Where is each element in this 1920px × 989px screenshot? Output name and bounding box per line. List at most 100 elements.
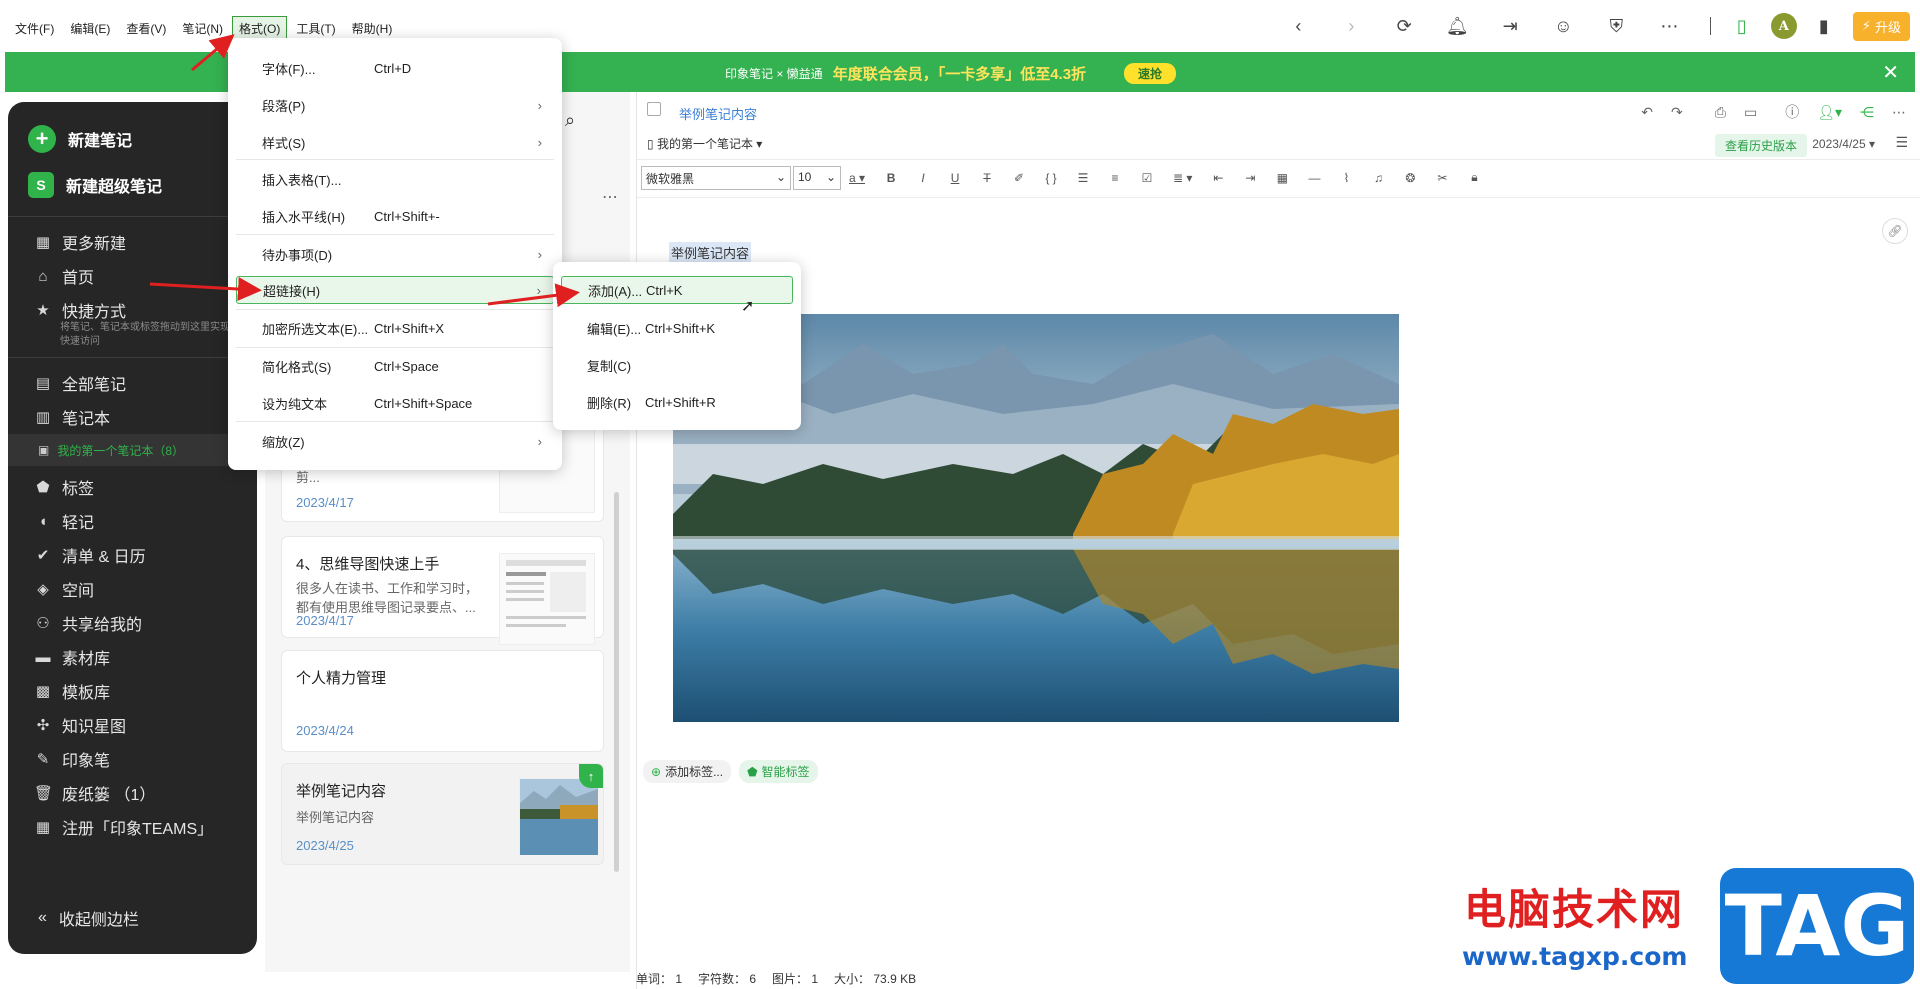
menu-item-font[interactable]: 字体(F)... Ctrl+D [236, 54, 554, 82]
menu-item-insert-hr[interactable]: 插入水平线(H) Ctrl+Shift+- [236, 202, 554, 230]
attachment-icon[interactable]: ⌇ [1340, 171, 1352, 185]
outdent-icon[interactable]: ⇤ [1212, 171, 1224, 185]
more-icon[interactable]: ⋯ [602, 187, 618, 207]
outline-icon[interactable]: ☰ [1895, 134, 1908, 151]
print-icon[interactable]: ⎙ [1715, 104, 1726, 121]
sidebar-item-home[interactable]: ⌂ 首页 [8, 259, 257, 293]
menu-edit[interactable]: 编辑(E) [63, 16, 117, 41]
share-user-icon[interactable]: 👤︎▾ [1817, 104, 1842, 121]
sidebar-item-first-notebook[interactable]: ▣ 我的第一个笔记本（8） [8, 434, 257, 466]
sidebar-item-tasks-calendar[interactable]: ✔ 清单 & 日历 [8, 538, 257, 572]
sidebar-item-knowledge-graph[interactable]: ✣ 知识星图 [8, 708, 257, 742]
collapse-sidebar-button[interactable]: « 收起侧边栏 [38, 906, 139, 930]
numbered-list-icon[interactable]: ≡ [1109, 171, 1121, 185]
undo-icon[interactable]: ↶ [1641, 104, 1653, 121]
align-icon[interactable]: ≣ ▾ [1173, 171, 1192, 185]
sync-icon[interactable]: ⟳ [1378, 10, 1431, 42]
menu-item-hyperlink[interactable]: 超链接(H) › [236, 276, 554, 304]
audio-icon[interactable]: ♫ [1372, 171, 1384, 185]
strikethrough-icon[interactable]: T [981, 171, 993, 185]
sidebar-item-materials[interactable]: ▬ 素材库 [8, 640, 257, 674]
sidebar-item-tags[interactable]: ⬟ 标签 [8, 470, 257, 504]
more-icon[interactable]: ⋯ [1892, 104, 1906, 121]
lock-icon[interactable]: 🔒︎ [1468, 170, 1480, 185]
size-select[interactable]: 10 ⌄ [793, 166, 841, 190]
underline-icon[interactable]: U [949, 171, 961, 185]
menu-item-copy-link[interactable]: 复制(C) [561, 351, 793, 379]
close-icon[interactable]: ✕ [1882, 60, 1899, 85]
search-icon[interactable]: ⌕ [565, 110, 575, 131]
new-note-button[interactable]: + 新建笔记 [8, 116, 257, 162]
info-icon[interactable]: ⓘ [1785, 102, 1799, 122]
phone-icon[interactable]: ▯ [1725, 10, 1759, 42]
menu-item-shortcut: Ctrl+Shift+X [374, 320, 445, 336]
bullet-list-icon[interactable]: ☰ [1077, 171, 1089, 185]
share-out-icon[interactable]: ⇥ [1484, 10, 1537, 42]
menu-item-edit-link[interactable]: 编辑(E)... Ctrl+Shift+K [561, 314, 793, 342]
notebook-picker[interactable]: ▯ 我的第一个笔记本 ▾ [647, 135, 762, 152]
add-tag-label: 添加标签... [665, 765, 724, 779]
new-super-note-button[interactable]: S 新建超级笔记 [8, 162, 257, 208]
horizontal-rule-icon[interactable]: — [1308, 171, 1320, 185]
forward-icon[interactable]: › [1325, 10, 1378, 42]
menu-item-todo[interactable]: 待办事项(D) › [236, 240, 554, 268]
note-card[interactable]: 个人精力管理 2023/4/24 [281, 650, 604, 752]
menu-item-paragraph[interactable]: 段落(P) › [236, 91, 554, 119]
back-icon[interactable]: ‹ [1272, 10, 1325, 42]
add-tag-button[interactable]: ⊕ 添加标签... [643, 760, 732, 783]
note-card[interactable]: 4、思维导图快速上手 很多人在读书、工作和学习时，都有使用思维导图记录要点、..… [281, 536, 604, 645]
link-icon[interactable]: 🔗︎ [1882, 218, 1908, 244]
sidebar-item-notebooks[interactable]: ▥ 笔记本 [8, 400, 257, 434]
sidebar-item-pen[interactable]: ✎ 印象笔 [8, 742, 257, 776]
code-icon[interactable]: { } [1045, 171, 1057, 185]
shield-icon[interactable]: ⛨ [1590, 10, 1643, 42]
note-list-scrollbar[interactable] [614, 492, 619, 872]
menu-item-simplify-format[interactable]: 简化格式(S) Ctrl+Space [236, 352, 554, 380]
content-heading[interactable]: 举例笔记内容 [669, 242, 752, 263]
sidebar-item-light-notes[interactable]: ◖ 轻记 [8, 504, 257, 538]
text-color-icon[interactable]: a ▾ [849, 171, 865, 185]
history-button[interactable]: 查看历史版本 [1714, 134, 1807, 157]
sidebar-item-templates[interactable]: ▩ 模板库 [8, 674, 257, 708]
sidebar-item-spaces[interactable]: ◈ 空间 [8, 572, 257, 606]
sidebar-item-more-new[interactable]: ▦ 更多新建 [8, 225, 257, 259]
super-note-icon: S [28, 172, 54, 198]
note-card[interactable]: 举例笔记内容 举例笔记内容 2023/4/25 ↑ [281, 763, 604, 865]
smile-icon[interactable]: ☺ [1537, 10, 1590, 42]
menu-file[interactable]: 文件(F) [8, 16, 61, 41]
present-icon[interactable]: ▭ [1744, 104, 1757, 121]
promo-grab-button[interactable]: 速抢 [1124, 63, 1177, 84]
menu-item-insert-table[interactable]: 插入表格(T)... [236, 165, 554, 193]
menu-item-style[interactable]: 样式(S) › [236, 128, 554, 156]
font-select[interactable]: 微软雅黑 ⌄ [641, 166, 791, 190]
redo-icon[interactable]: ↷ [1671, 104, 1683, 121]
bold-icon[interactable]: B [885, 171, 897, 185]
menu-item-plain-text[interactable]: 设为纯文本 Ctrl+Shift+Space [236, 389, 554, 417]
highlight-icon[interactable]: ✐ [1013, 171, 1025, 185]
menu-view[interactable]: 查看(V) [119, 16, 173, 41]
checklist-icon[interactable]: ☑ [1141, 171, 1153, 185]
sidebar-item-teams[interactable]: ▦ 注册「印象TEAMS」 [8, 810, 257, 844]
menu-item-add-link[interactable]: 添加(A)... Ctrl+K [561, 276, 793, 304]
sidebar-item-trash[interactable]: 🗑︎ 废纸篓 （1） [8, 776, 257, 810]
indent-icon[interactable]: ⇥ [1244, 171, 1256, 185]
smart-tag-button[interactable]: ⬟ 智能标签 [739, 760, 818, 783]
table-icon[interactable]: ▦ [1276, 171, 1288, 185]
note-date-picker[interactable]: 2023/4/25 ▾ [1812, 137, 1875, 151]
menu-item-encrypt[interactable]: 加密所选文本(E)... Ctrl+Shift+X [236, 314, 554, 342]
menu-item-zoom[interactable]: 缩放(Z) › [236, 427, 554, 455]
italic-icon[interactable]: I [917, 171, 929, 185]
editor-note-title[interactable]: 举例笔记内容 [679, 104, 757, 123]
sidebar-item-all-notes[interactable]: ▤ 全部笔记 [8, 366, 257, 400]
book-icon[interactable]: ▮ [1809, 10, 1839, 42]
menu-item-delete-link[interactable]: 删除(R) Ctrl+Shift+R [561, 388, 793, 416]
avatar[interactable]: A [1770, 13, 1797, 39]
sidebar-item-shared-with-me[interactable]: ⚇ 共享给我的 [8, 606, 257, 640]
more-icon[interactable]: ⋯ [1643, 10, 1696, 42]
menu-note[interactable]: 笔记(N) [175, 16, 230, 41]
scissors-icon[interactable]: ✂ [1436, 171, 1448, 185]
upgrade-button[interactable]: ⚡ 升级 [1852, 11, 1910, 41]
color-wheel-icon[interactable]: ❂ [1404, 171, 1416, 185]
bell-icon[interactable]: 🔔︎ [1431, 10, 1484, 42]
share-icon[interactable]: ⋲ [1860, 104, 1874, 121]
